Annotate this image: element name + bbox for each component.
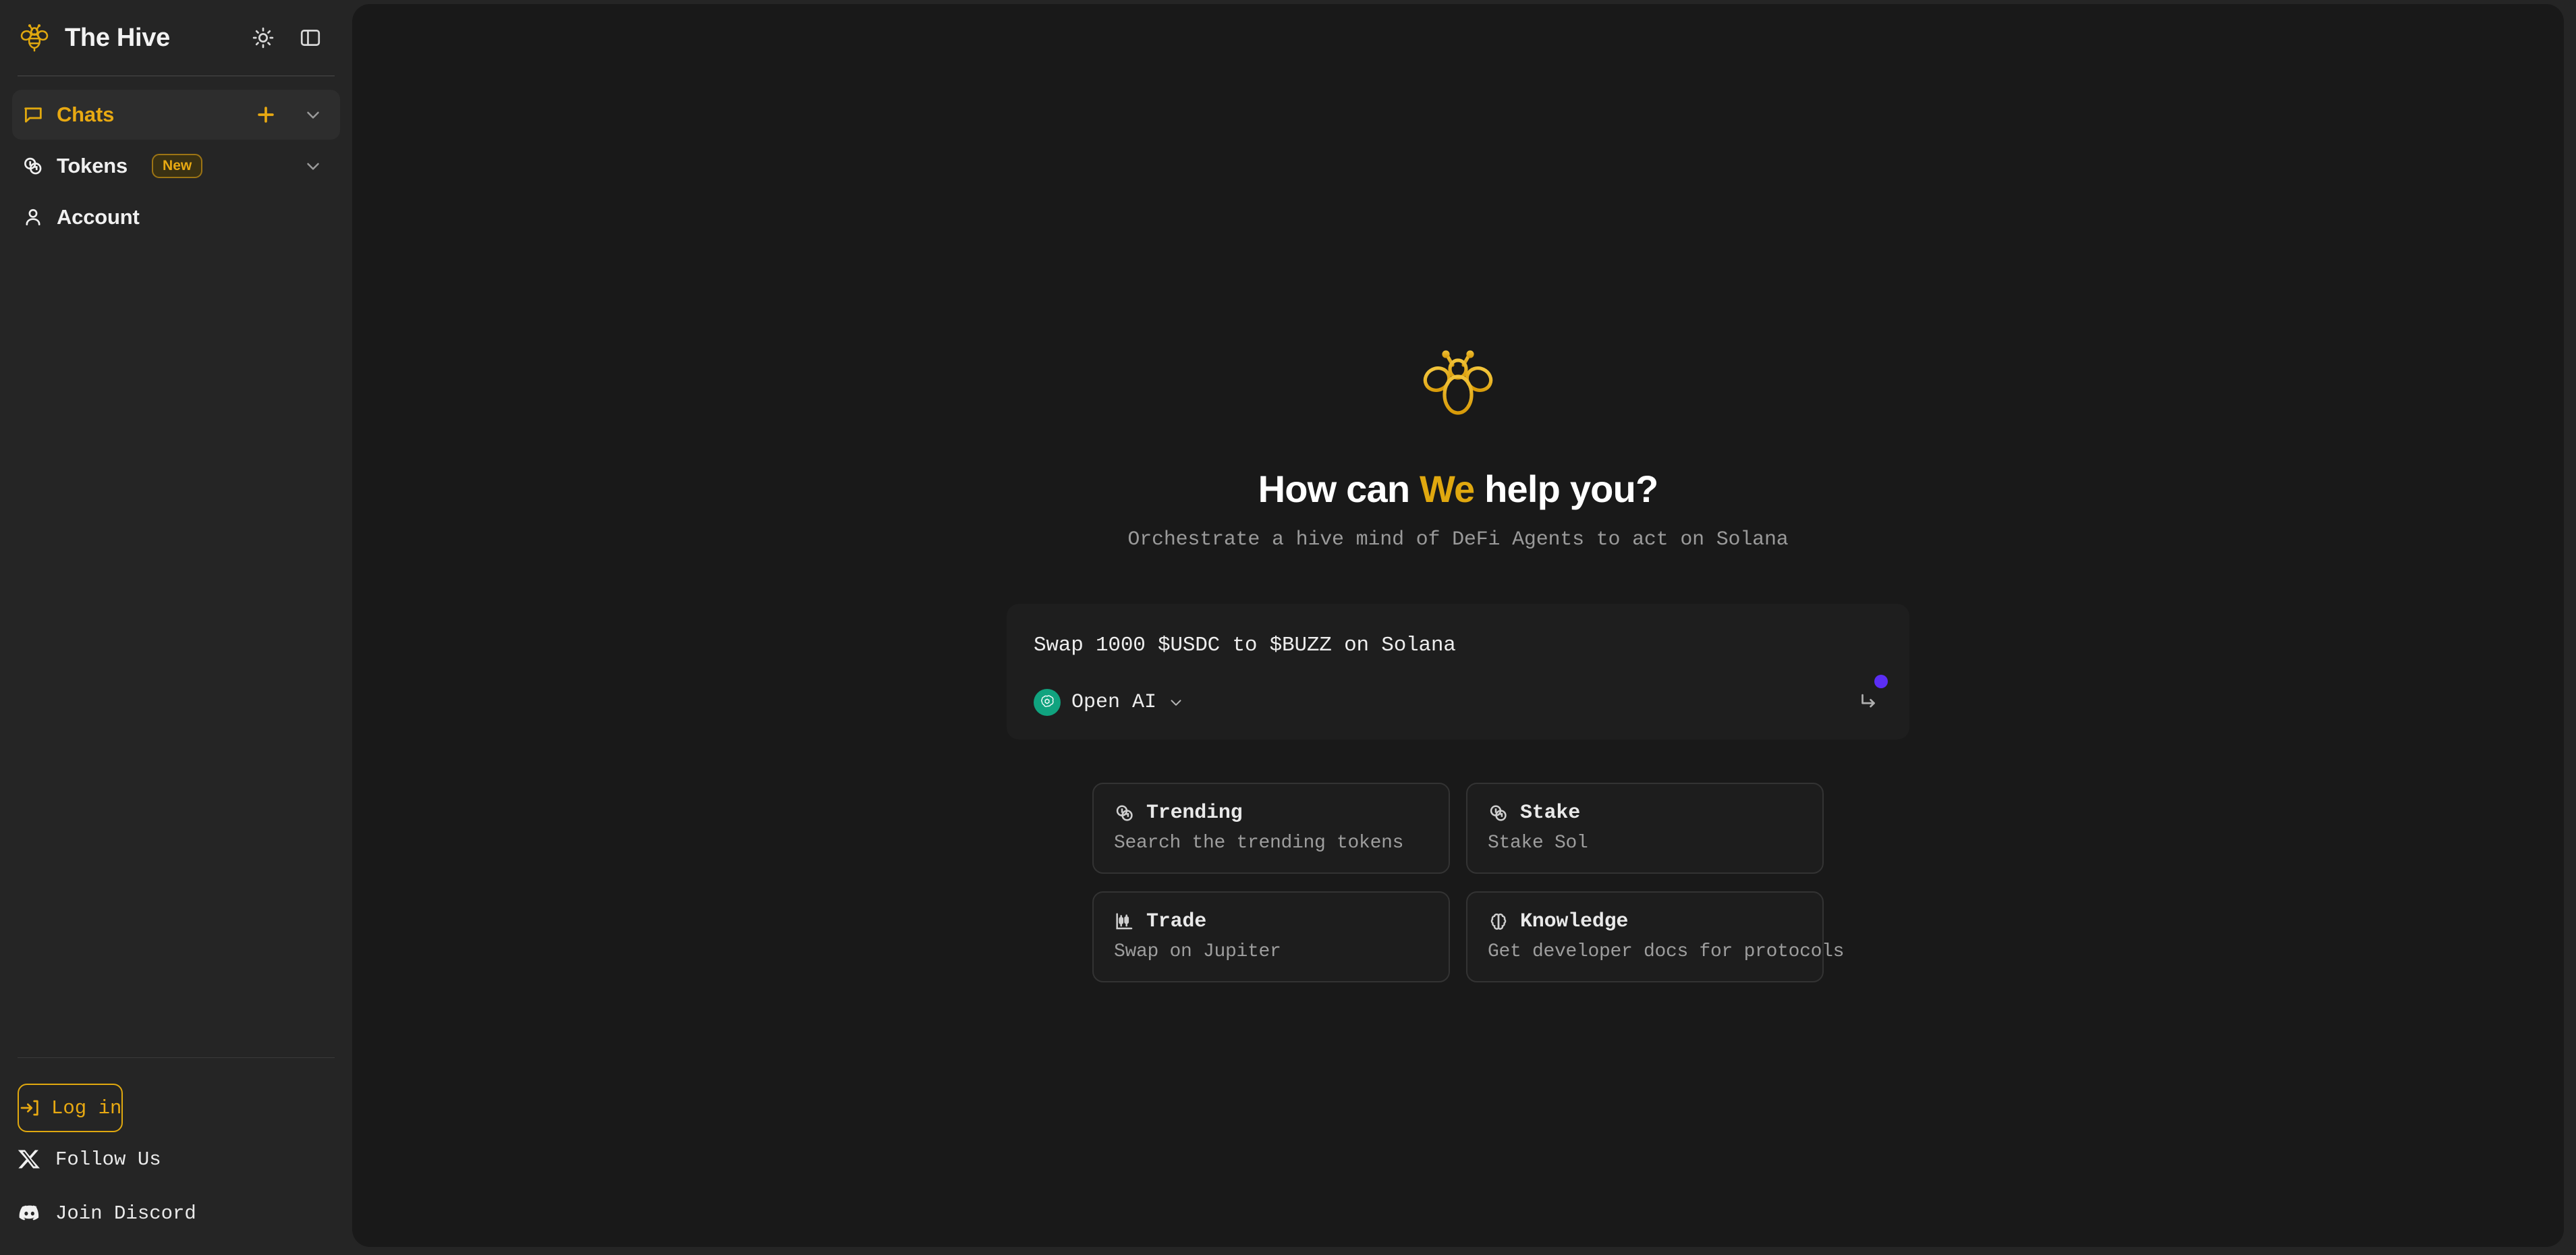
follow-us-link[interactable]: Follow Us xyxy=(0,1132,352,1186)
login-button[interactable]: Log in xyxy=(18,1084,123,1132)
prompt-box[interactable]: Swap 1000 $USDC to $BUZZ on Solana Open … xyxy=(1007,604,1909,740)
sidebar-item-account[interactable]: Account xyxy=(12,192,340,242)
discord-icon xyxy=(18,1201,42,1225)
follow-us-label: Follow Us xyxy=(55,1148,161,1171)
prompt-input[interactable]: Swap 1000 $USDC to $BUZZ on Solana xyxy=(1034,634,1882,657)
x-twitter-icon xyxy=(18,1147,42,1171)
sidebar-footer-divider xyxy=(18,1057,335,1058)
sidebar-item-account-left: Account xyxy=(22,205,327,229)
sidebar-toggle-icon[interactable] xyxy=(296,23,325,53)
page-title: How can We help you? xyxy=(1258,467,1659,511)
coins-icon xyxy=(1488,802,1509,824)
model-selector[interactable]: Open AI xyxy=(1034,689,1185,716)
sidebar-header-actions xyxy=(248,23,325,53)
status-badge: New xyxy=(152,154,203,178)
suggestion-cards: Trending Search the trending tokens Stak… xyxy=(1092,783,1845,982)
brand-name: The Hive xyxy=(65,23,170,52)
enter-return-icon xyxy=(1857,690,1880,715)
sidebar-item-label: Account xyxy=(57,205,140,229)
send-button[interactable] xyxy=(1851,686,1885,719)
login-arrow-icon xyxy=(19,1097,40,1119)
sidebar-item-chats-left: Chats xyxy=(22,103,252,127)
login-button-label: Log in xyxy=(51,1096,122,1119)
bee-logo-icon xyxy=(1415,341,1501,435)
new-chat-button[interactable] xyxy=(252,101,279,128)
status-dot xyxy=(1874,675,1888,688)
card-head: Trade xyxy=(1114,910,1428,933)
suggestion-card-stake[interactable]: Stake Stake Sol xyxy=(1466,783,1824,874)
chevron-down-icon[interactable] xyxy=(300,101,327,128)
sidebar-item-tokens-actions xyxy=(300,152,327,179)
sidebar-item-tokens[interactable]: Tokens New xyxy=(12,141,340,191)
sidebar-header: The Hive xyxy=(0,0,352,76)
card-title: Trending xyxy=(1146,802,1243,825)
sidebar-item-chats-actions xyxy=(252,101,327,128)
model-name: Open AI xyxy=(1071,691,1157,714)
card-description: Stake Sol xyxy=(1488,833,1588,854)
page-title-highlight: We xyxy=(1420,468,1475,510)
brain-icon xyxy=(1488,911,1509,932)
coins-icon xyxy=(1114,802,1136,824)
suggestion-card-trade[interactable]: Trade Swap on Jupiter xyxy=(1092,891,1450,982)
openai-icon xyxy=(1034,689,1061,716)
page-subtitle: Orchestrate a hive mind of DeFi Agents t… xyxy=(1127,528,1789,551)
main-panel: How can We help you? Orchestrate a hive … xyxy=(352,4,2564,1247)
chat-bubble-icon xyxy=(22,103,45,126)
page-title-pre: How can xyxy=(1258,468,1420,510)
bee-logo-icon xyxy=(18,21,51,55)
sidebar-item-chats[interactable]: Chats xyxy=(12,90,340,140)
hero: How can We help you? Orchestrate a hive … xyxy=(352,4,2564,982)
suggestion-card-trending[interactable]: Trending Search the trending tokens xyxy=(1092,783,1450,874)
coins-icon xyxy=(22,155,45,177)
sun-icon[interactable] xyxy=(248,23,278,53)
card-title: Trade xyxy=(1146,910,1207,933)
main-wrap: How can We help you? Orchestrate a hive … xyxy=(352,0,2576,1255)
chevron-down-icon[interactable] xyxy=(300,152,327,179)
card-head: Stake xyxy=(1488,802,1802,825)
sidebar: The Hive Chats Tokens New Account Log in… xyxy=(0,0,352,1255)
sidebar-item-tokens-left: Tokens New xyxy=(22,154,300,178)
chevron-down-icon xyxy=(1167,694,1185,711)
card-description: Get developer docs for protocols xyxy=(1488,941,1845,962)
sidebar-item-label: Chats xyxy=(57,103,115,126)
sidebar-nav: Chats Tokens New Account xyxy=(0,76,352,242)
join-discord-label: Join Discord xyxy=(55,1202,196,1225)
page-title-post: help you? xyxy=(1474,468,1658,510)
join-discord-link[interactable]: Join Discord xyxy=(0,1186,352,1240)
brand[interactable]: The Hive xyxy=(18,21,248,55)
card-head: Knowledge xyxy=(1488,910,1802,933)
user-icon xyxy=(22,206,45,229)
prompt-footer: Open AI xyxy=(1034,686,1882,719)
card-description: Swap on Jupiter xyxy=(1114,941,1281,962)
card-description: Search the trending tokens xyxy=(1114,833,1404,854)
suggestion-card-knowledge[interactable]: Knowledge Get developer docs for protoco… xyxy=(1466,891,1845,982)
app-root: The Hive Chats Tokens New Account Log in… xyxy=(0,0,2576,1255)
sidebar-footer: Log in Follow Us Join Discord xyxy=(0,1057,352,1255)
card-title: Stake xyxy=(1520,802,1581,825)
candlestick-chart-icon xyxy=(1114,911,1136,932)
card-title: Knowledge xyxy=(1520,910,1629,933)
sidebar-item-label: Tokens xyxy=(57,154,128,177)
card-head: Trending xyxy=(1114,802,1428,825)
